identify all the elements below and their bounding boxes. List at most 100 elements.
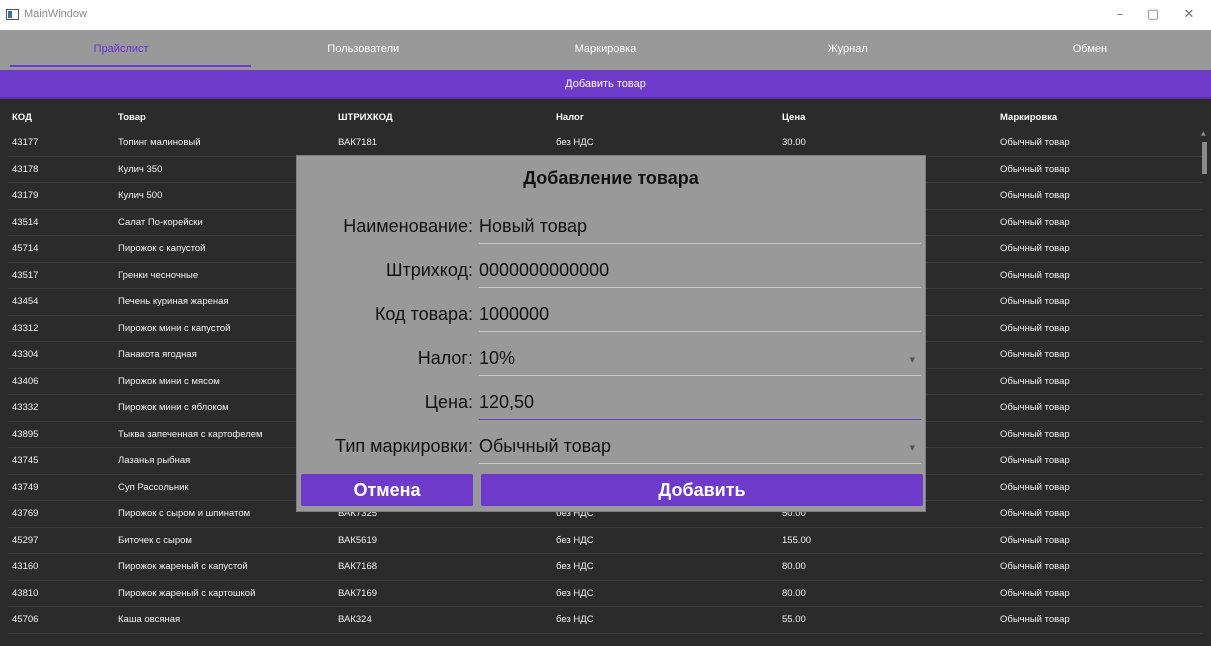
cell-code: 43895 (12, 428, 39, 440)
cell-marking: Обычный товар (1000, 561, 1070, 573)
cell-code: 43304 (12, 349, 39, 361)
column-header-tax[interactable]: Налог (556, 112, 782, 123)
name-label: Наименование: (343, 216, 473, 236)
add-product-button[interactable]: Добавить товар (0, 70, 1211, 99)
cell-price: 30.00 (782, 137, 806, 149)
tab-pricelist[interactable]: Прайслист (0, 30, 252, 70)
cell-price: 80.00 (782, 561, 806, 573)
column-header-barcode[interactable]: ШТРИХКОД (338, 112, 556, 123)
title-bar: MainWindow – ▢ ✕ (0, 0, 1211, 30)
cell-tax: без НДС (556, 587, 594, 599)
cell-marking: Обычный товар (1000, 402, 1070, 414)
tab-exchange[interactable]: Обмен (969, 30, 1211, 70)
cell-product: Пирожок жареный с картошкой (118, 587, 256, 599)
cell-barcode: ВАК7181 (338, 137, 378, 149)
cell-product: Биточек с сыром (118, 534, 192, 546)
cell-marking: Обычный товар (1000, 428, 1070, 440)
cell-marking: Обычный товар (1000, 190, 1070, 202)
marking-chevron-down-icon[interactable]: ▼ (910, 444, 915, 452)
cell-tax: без НДС (556, 561, 594, 573)
maximize-button[interactable]: ▢ (1138, 4, 1168, 26)
cell-code: 43517 (12, 269, 39, 281)
cell-product: Топинг малиновый (118, 137, 201, 149)
tab-bar: Прайслист Пользователи Маркировка Журнал… (0, 30, 1211, 70)
price-input[interactable]: 120,50 (479, 390, 921, 420)
cell-marking: Обычный товар (1000, 296, 1070, 308)
marking-type-select[interactable]: Обычный товар (479, 434, 921, 464)
cell-marking: Обычный товар (1000, 614, 1070, 626)
cell-barcode: ВАК324 (338, 614, 372, 626)
name-field-row: Наименование: Новый товар (297, 206, 925, 246)
table-row[interactable]: 43810 Пирожок жареный с картошкой ВАК7169 б… (8, 581, 1203, 607)
table-row[interactable]: 43177 Топинг малиновый ВАК7181 без НДС 30.00… (8, 130, 1203, 157)
tab-users[interactable]: Пользователи (242, 30, 484, 70)
cell-marking: Обычный товар (1000, 375, 1070, 387)
cell-marking: Обычный товар (1000, 137, 1070, 149)
column-header-marking[interactable]: Маркировка (1000, 112, 1203, 123)
marking-type-field-row: Тип маркировки: Обычный товар ▼ (297, 426, 925, 466)
minimize-button[interactable]: – (1105, 4, 1135, 26)
cell-marking: Обычный товар (1000, 455, 1070, 467)
name-input[interactable]: Новый товар (479, 214, 921, 244)
cell-barcode: ВАК7169 (338, 587, 378, 599)
cell-code: 43160 (12, 561, 39, 573)
cell-code: 45706 (12, 614, 39, 626)
cell-marking: Обычный товар (1000, 481, 1070, 493)
cell-code: 45714 (12, 243, 39, 255)
column-header-price[interactable]: Цена (782, 112, 1000, 123)
marking-type-label: Тип маркировки: (335, 436, 473, 456)
cell-code: 43810 (12, 587, 39, 599)
cell-tax: без НДС (556, 137, 594, 149)
table-row[interactable]: 45297 Биточек с сыром ВАК5619 без НДС 155.00… (8, 528, 1203, 554)
vertical-scrollbar[interactable]: ▲ (1201, 130, 1208, 640)
cell-marking: Обычный товар (1000, 243, 1070, 255)
cell-marking: Обычный товар (1000, 269, 1070, 281)
cell-code: 43332 (12, 402, 39, 414)
tax-chevron-down-icon[interactable]: ▼ (910, 356, 915, 364)
cell-code: 43749 (12, 481, 39, 493)
add-button[interactable]: Добавить (481, 474, 923, 506)
cell-code: 43745 (12, 455, 39, 467)
cell-barcode: ВАК5619 (338, 534, 378, 546)
tax-field-row: Налог: 10% ▼ (297, 338, 925, 378)
cell-marking: Обычный товар (1000, 534, 1070, 546)
cell-code: 43514 (12, 216, 39, 228)
barcode-field-row: Штрихкод: 0000000000000 (297, 250, 925, 290)
cancel-button[interactable]: Отмена (301, 474, 473, 506)
cell-tax: без НДС (556, 534, 594, 546)
tab-journal[interactable]: Журнал (727, 30, 969, 70)
scroll-thumb[interactable] (1202, 142, 1207, 174)
table-row[interactable]: 43160 Пирожок жареный с капустой ВАК7168 бе… (8, 554, 1203, 581)
tax-select[interactable]: 10% (479, 346, 921, 376)
cell-price: 155.00 (782, 534, 812, 546)
add-product-dialog: Добавление товара Наименование: Новый то… (296, 155, 926, 512)
tab-marking[interactable]: Маркировка (484, 30, 726, 70)
app-icon (6, 9, 19, 20)
table-header: КОД Товар ШТРИХКОД Налог Цена Маркировка (8, 104, 1203, 130)
cell-tax: без НДС (556, 614, 594, 626)
cell-marking: Обычный товар (1000, 216, 1070, 228)
cell-code: 43177 (12, 137, 39, 149)
cell-code: 43454 (12, 296, 39, 308)
scroll-up-arrow-icon[interactable]: ▲ (1201, 130, 1206, 137)
product-code-label: Код товара: (374, 304, 473, 324)
product-code-input[interactable]: 1000000 (479, 302, 921, 332)
cell-marking: Обычный товар (1000, 587, 1070, 599)
price-label: Цена: (424, 392, 473, 412)
cell-code: 45297 (12, 534, 39, 546)
cell-marking: Обычный товар (1000, 508, 1070, 520)
column-header-product[interactable]: Товар (118, 112, 338, 123)
window-title: MainWindow (24, 8, 87, 20)
cell-code: 43312 (12, 322, 39, 334)
barcode-input[interactable]: 0000000000000 (479, 258, 921, 288)
cell-barcode: ВАК7168 (338, 561, 378, 573)
product-code-field-row: Код товара: 1000000 (297, 294, 925, 334)
column-header-code[interactable]: КОД (8, 112, 118, 123)
cell-price: 55.00 (782, 614, 806, 626)
close-button[interactable]: ✕ (1174, 4, 1204, 26)
cell-code: 43178 (12, 163, 39, 175)
table-row[interactable]: 45706 Каша овсяная ВАК324 без НДС 55.00 Обычн… (8, 607, 1203, 634)
cell-code: 43406 (12, 375, 39, 387)
price-field-row: Цена: 120,50 (297, 382, 925, 422)
cell-product: Пирожок жареный с капустой (118, 561, 248, 573)
